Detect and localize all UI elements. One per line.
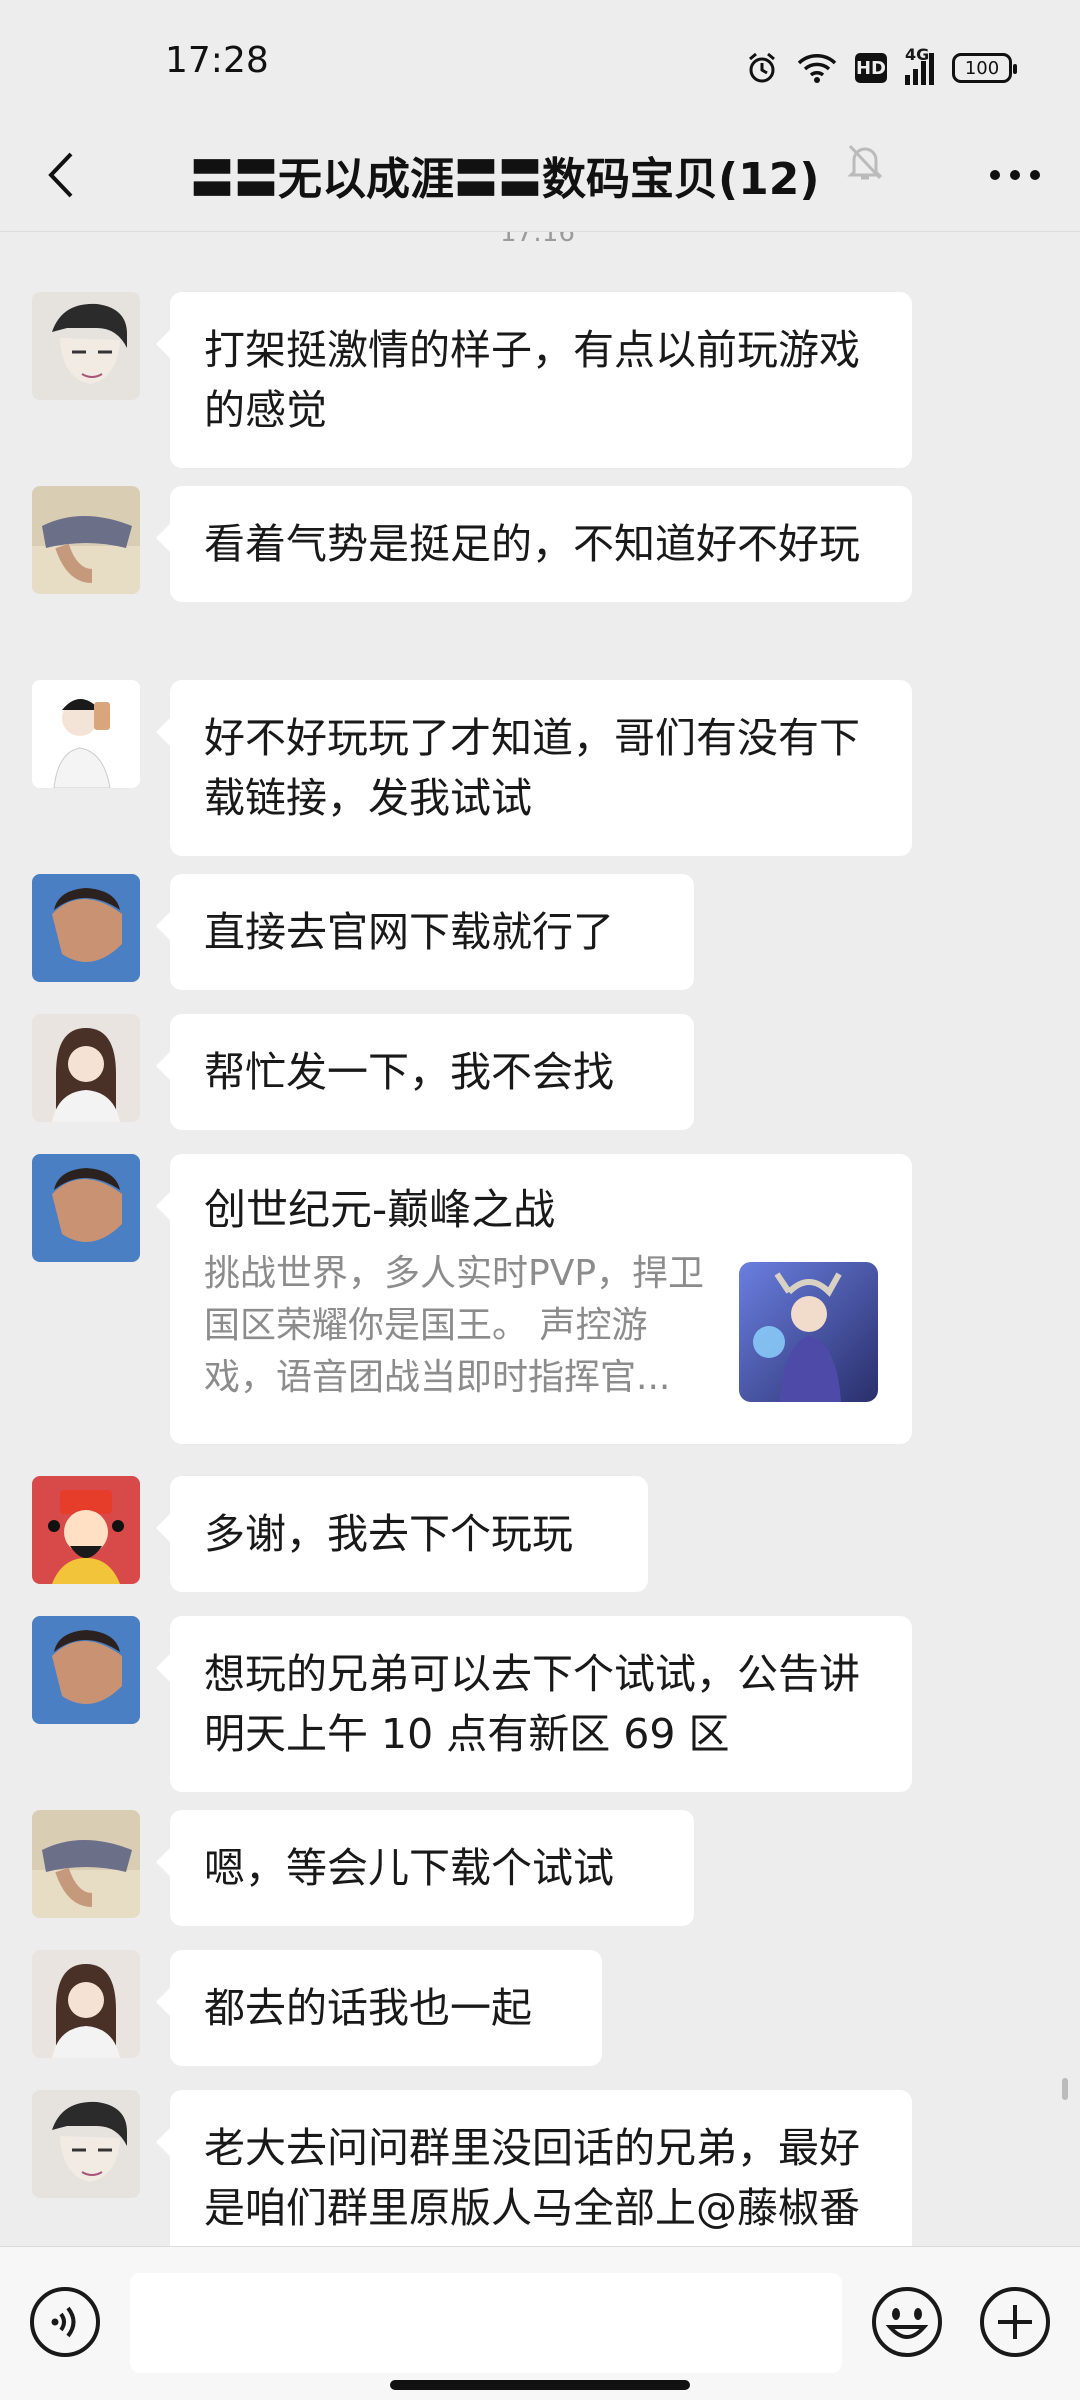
chevron-left-icon [48, 152, 73, 198]
plus-button[interactable] [978, 2285, 1052, 2359]
avatar-feet[interactable] [32, 486, 140, 594]
message-text: 好不好玩玩了才知道，哥们有没有下载链接，发我试试 [204, 714, 860, 822]
chat-title: 〓〓无以成涯〓〓数码宝贝(12) [190, 154, 820, 205]
status-time: 17:28 [165, 40, 269, 81]
signal-icon: 4G [905, 45, 934, 85]
message-bubble[interactable]: 看着气势是挺足的，不知道好不好玩 [156, 486, 912, 602]
voice-button[interactable] [28, 2285, 102, 2359]
message-bubble[interactable]: 好不好玩玩了才知道，哥们有没有下载链接，发我试试 [156, 680, 912, 856]
message-bubble[interactable]: 都去的话我也一起 [156, 1950, 602, 2066]
plus-icon [980, 2287, 1050, 2357]
message-text: 打架挺激情的样子，有点以前玩游戏的感觉 [204, 326, 860, 434]
avatar-blue-man[interactable] [32, 1154, 140, 1262]
avatar-blue-man[interactable] [32, 874, 140, 982]
game-character-thumbnail [739, 1262, 878, 1402]
more-dots-icon [990, 170, 1040, 180]
message-text: 都去的话我也一起 [204, 1984, 532, 2032]
avatar-fortune-god[interactable] [32, 1476, 140, 1584]
message-text: 嗯，等会儿下载个试试 [204, 1844, 614, 1892]
avatar-blue-man[interactable] [32, 1616, 140, 1724]
avatar-feet[interactable] [32, 1810, 140, 1918]
voice-icon [30, 2287, 100, 2357]
avatar-girl[interactable] [32, 1950, 140, 2058]
chat-messages[interactable]: 17:16 打架挺激情的样子，有点以前玩游戏的感觉 看着气势是挺足的，不知道好不… [0, 232, 1080, 2246]
chat-header: 〓〓无以成涯〓〓数码宝贝(12) [0, 120, 1080, 232]
message-bubble[interactable]: 帮忙发一下，我不会找 [156, 1014, 694, 1130]
message-input[interactable] [130, 2273, 842, 2373]
emoji-icon [872, 2287, 942, 2357]
network-label: 4G [905, 45, 930, 64]
battery-indicator: 100 [952, 53, 1017, 83]
message-bubble[interactable]: 老大去问问群里没回话的兄弟，最好是咱们群里原版人马全部上@藤椒番茄 [156, 2090, 912, 2246]
scrollbar-thumb[interactable] [1062, 2078, 1068, 2100]
message-bubble[interactable]: 想玩的兄弟可以去下个试试，公告讲明天上午 10 点有新区 69 区 [156, 1616, 912, 1792]
message-bubble[interactable]: 打架挺激情的样子，有点以前玩游戏的感觉 [156, 292, 912, 468]
wifi-icon [797, 52, 837, 84]
hd-badge: HD [855, 53, 887, 83]
message-text: 多谢，我去下个玩玩 [204, 1510, 573, 1558]
status-icons: HD 4G 100 [745, 44, 1017, 92]
more-button[interactable] [980, 142, 1050, 208]
avatar-girl[interactable] [32, 1014, 140, 1122]
message-text: 看着气势是挺足的，不知道好不好玩 [204, 520, 860, 568]
message-bubble[interactable]: 直接去官网下载就行了 [156, 874, 694, 990]
partial-timestamp: 17:16 [500, 232, 575, 248]
avatar-drawn-man[interactable] [32, 292, 140, 400]
home-indicator[interactable] [390, 2380, 690, 2390]
bell-muted-icon [846, 142, 884, 186]
alarm-icon [745, 51, 779, 85]
avatar-drawn-man[interactable] [32, 2090, 140, 2198]
message-text: 直接去官网下载就行了 [204, 908, 614, 956]
message-bubble[interactable]: 嗯，等会儿下载个试试 [156, 1810, 694, 1926]
link-card[interactable]: 创世纪元-巅峰之战 挑战世界，多人实时PVP，捍卫国区荣耀你是国王。 声控游戏，… [156, 1154, 912, 1444]
back-button[interactable] [30, 142, 90, 208]
message-text: 老大去问问群里没回话的兄弟，最好是咱们群里原版人马全部上@藤椒番茄 [204, 2124, 860, 2246]
emoji-button[interactable] [870, 2285, 944, 2359]
status-bar: 17:28 HD 4G 100 [0, 0, 1080, 130]
input-bar [0, 2246, 1080, 2400]
avatar-mirror-selfie[interactable] [32, 680, 140, 788]
link-card-description: 挑战世界，多人实时PVP，捍卫国区荣耀你是国王。 声控游戏，语音团战当即时指挥官… [204, 1253, 705, 1398]
message-text: 帮忙发一下，我不会找 [204, 1048, 614, 1096]
message-text: 想玩的兄弟可以去下个试试，公告讲明天上午 10 点有新区 69 区 [204, 1650, 860, 1758]
link-card-title: 创世纪元-巅峰之战 [204, 1185, 556, 1234]
message-bubble[interactable]: 多谢，我去下个玩玩 [156, 1476, 648, 1592]
